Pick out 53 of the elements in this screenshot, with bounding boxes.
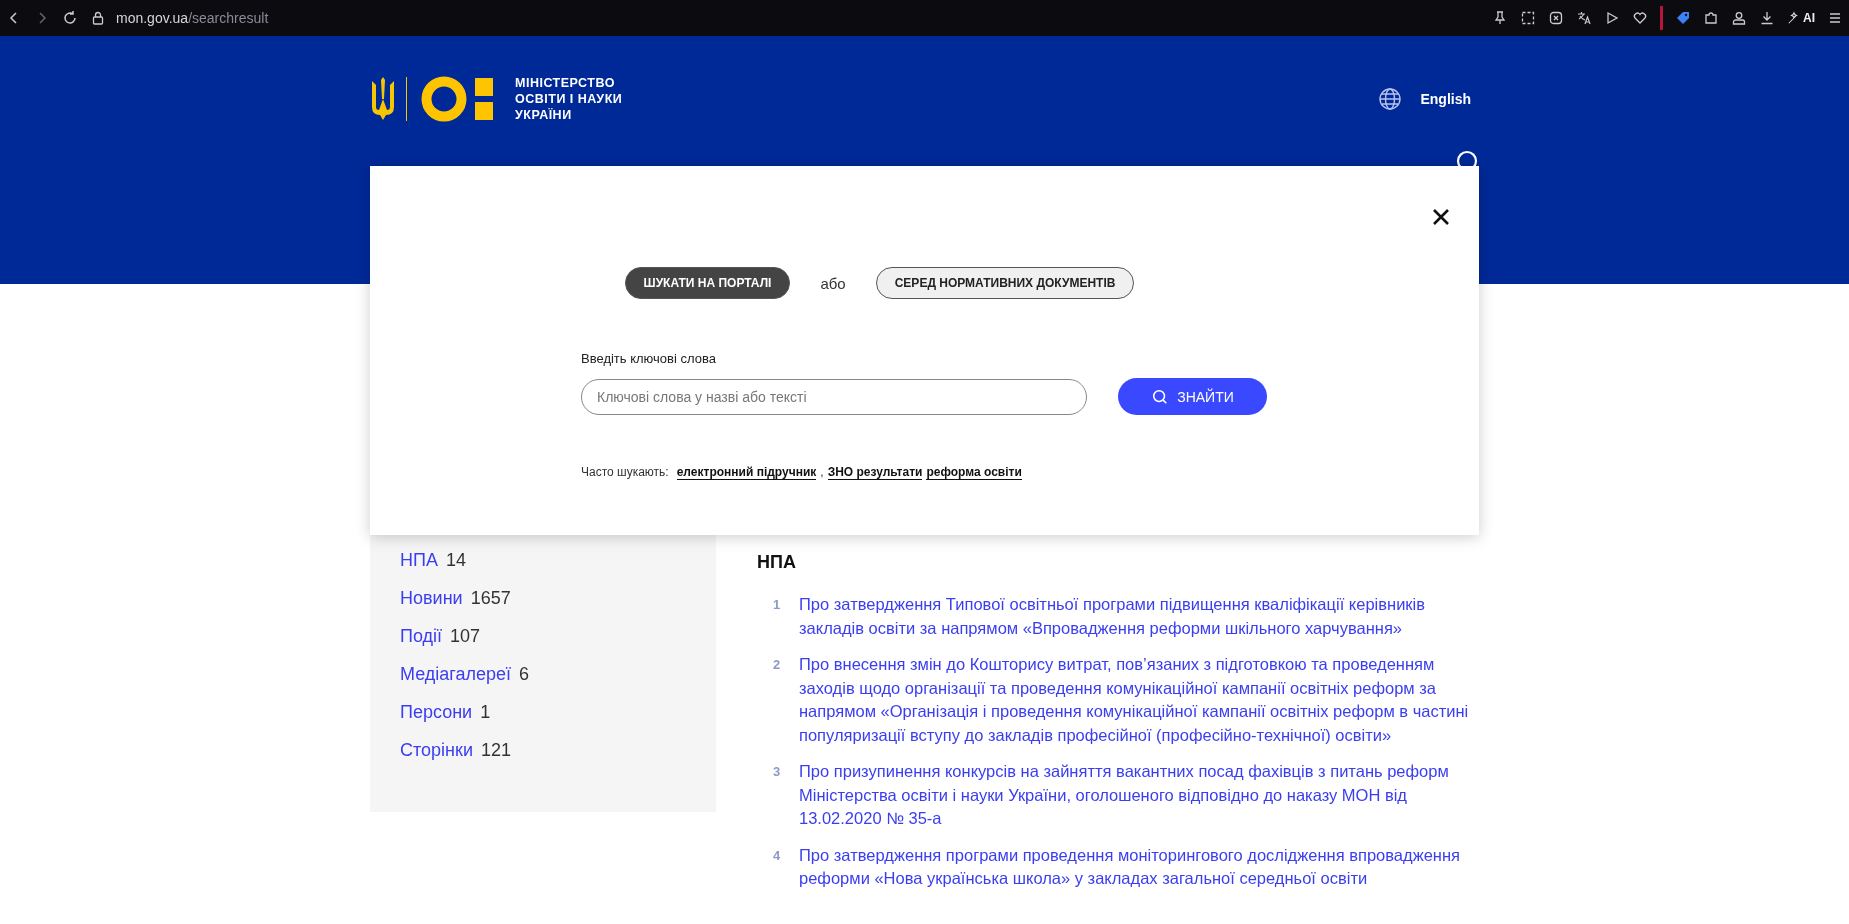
category-link[interactable]: Новини bbox=[400, 588, 463, 626]
tag-icon[interactable] bbox=[1675, 10, 1691, 26]
section-heading: НПА bbox=[757, 552, 797, 573]
result-number: 2 bbox=[772, 656, 782, 674]
category-link[interactable]: Сторінки bbox=[400, 740, 473, 778]
ministry-name[interactable]: МІНІСТЕРСТВО ОСВІТИ І НАУКИ УКРАЇНИ bbox=[515, 75, 623, 123]
result-link[interactable]: Про затвердження Типової освітньої програми підвищення кваліфікації керівників закладів освіти за напрямом «Впровадження реформи шкільного харчування» bbox=[799, 593, 1479, 640]
menu-icon[interactable] bbox=[1827, 10, 1843, 26]
separator: , bbox=[820, 465, 824, 479]
result-number: 1 bbox=[772, 596, 782, 614]
category-count: 121 bbox=[480, 740, 511, 762]
trident-icon bbox=[370, 77, 396, 121]
pin-icon[interactable] bbox=[1492, 10, 1508, 26]
category-link[interactable]: НПА bbox=[400, 550, 438, 588]
search-button[interactable]: ЗНАЙТИ bbox=[1118, 378, 1267, 415]
search-field[interactable]: Ключові слова у назві або тексті bbox=[581, 378, 1087, 415]
result-link[interactable]: Про призупинення конкурсів на зайняття вакантних посад фахівців з питань реформ Міністерства освіти і науки України, оголошеного відповідно до наказу МОН від 13.02.2020 № 35-а bbox=[799, 760, 1479, 831]
result-number: 4 bbox=[772, 846, 782, 865]
category-count: 6 bbox=[519, 664, 530, 686]
profile-icon[interactable] bbox=[1731, 10, 1747, 26]
heart-icon[interactable] bbox=[1632, 10, 1648, 26]
popular-link[interactable]: реформа освіти bbox=[926, 465, 1022, 480]
popular-link[interactable]: електронний підручник bbox=[676, 465, 817, 480]
sparkle-wand-icon bbox=[1787, 11, 1801, 25]
reload-icon[interactable] bbox=[62, 10, 78, 26]
category-count: 14 bbox=[445, 550, 466, 572]
close-icon[interactable] bbox=[1431, 207, 1451, 227]
address-bar[interactable]: mon.gov.ua/searchresult bbox=[116, 10, 269, 26]
category-link[interactable]: Події bbox=[400, 626, 443, 664]
result-link[interactable]: Про внесення змін до Кошторису витрат, пов’язаних з підготовкою та проведенням заходів щодо організації та проведення комунікаційної кампанії освітніх реформ за напрямом «Організація і проведення комунікаційної кампанії освітніх реформ в частині популяризації вступу до закладів професійної (професійно-технічної) освіти» bbox=[799, 653, 1479, 747]
language-link[interactable]: English bbox=[1420, 91, 1471, 107]
result-number: 3 bbox=[772, 763, 782, 781]
play-icon[interactable] bbox=[1604, 10, 1620, 26]
category-count: 1657 bbox=[470, 588, 511, 610]
ai-button[interactable]: AI bbox=[1787, 11, 1815, 25]
category-count: 107 bbox=[450, 626, 481, 648]
category-link[interactable]: Медіагалереї bbox=[400, 664, 512, 702]
search-icon bbox=[1151, 387, 1170, 406]
scope-tab[interactable]: СЕРЕД НОРМАТИВНИХ ДОКУМЕНТІВ bbox=[875, 267, 1135, 299]
download-icon[interactable] bbox=[1759, 10, 1775, 26]
translate-icon[interactable] bbox=[1576, 10, 1592, 26]
result-link[interactable]: Про затвердження програми проведення моніторингового дослідження впровадження реформи «Нова українська школа» у закладах загальної середньої освіти bbox=[799, 843, 1479, 891]
screenshot-icon[interactable] bbox=[1520, 10, 1536, 26]
shield-icon[interactable] bbox=[1548, 10, 1564, 26]
or-label: або bbox=[820, 274, 846, 292]
field-label: Введіть ключові слова bbox=[581, 351, 717, 366]
lock-icon bbox=[90, 10, 106, 26]
category-count: 1 bbox=[480, 702, 491, 724]
category-link[interactable]: Персони bbox=[400, 702, 473, 740]
popular-link[interactable]: ЗНО результати bbox=[827, 465, 923, 480]
popular-label: Часто шукають: bbox=[581, 465, 669, 479]
scope-tab[interactable]: ШУКАТИ НА ПОРТАЛІ bbox=[624, 267, 791, 299]
globe-icon bbox=[1378, 87, 1403, 111]
